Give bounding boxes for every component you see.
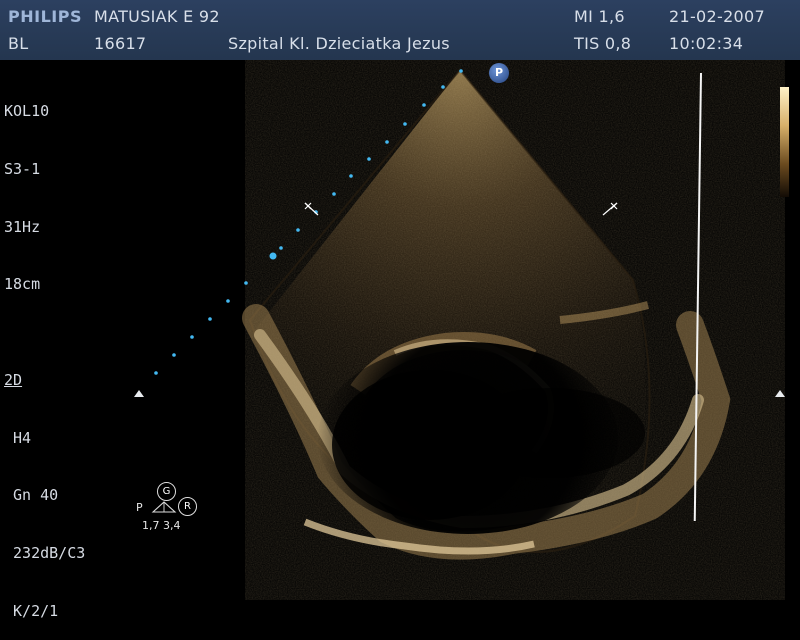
probe-orientation-diagram: P G R 1,7 3,4 <box>136 482 206 532</box>
probe-orientation-marker: P <box>489 63 509 83</box>
scan-date: 21-02-2007 <box>669 7 765 26</box>
patient-name: MATUSIAK E 92 <box>94 7 220 26</box>
diagram-left-label: P <box>136 501 143 514</box>
study-id: 16617 <box>94 34 147 53</box>
diagram-values: 1,7 3,4 <box>142 519 181 532</box>
scan-time: 10:02:34 <box>669 34 744 53</box>
grayscale-bar <box>780 87 789 197</box>
right-focus-triangle <box>775 390 785 397</box>
brand-label: PHILIPS <box>8 7 82 26</box>
scan-header: PHILIPS MATUSIAK E 92 MI 1,6 21-02-2007 … <box>0 0 800 60</box>
mi-value: MI 1,6 <box>574 7 625 26</box>
hospital-name: Szpital Kl. Dzieciatka Jezus <box>228 34 450 53</box>
ultrasound-image <box>154 60 731 600</box>
diagram-right-circle: R <box>178 497 197 516</box>
param-line: K/2/1 <box>4 601 59 620</box>
left-focus-triangle <box>134 390 144 397</box>
bl-label: BL <box>8 34 29 53</box>
triangle-icon <box>151 501 177 513</box>
tis-value: TIS 0,8 <box>574 34 632 53</box>
